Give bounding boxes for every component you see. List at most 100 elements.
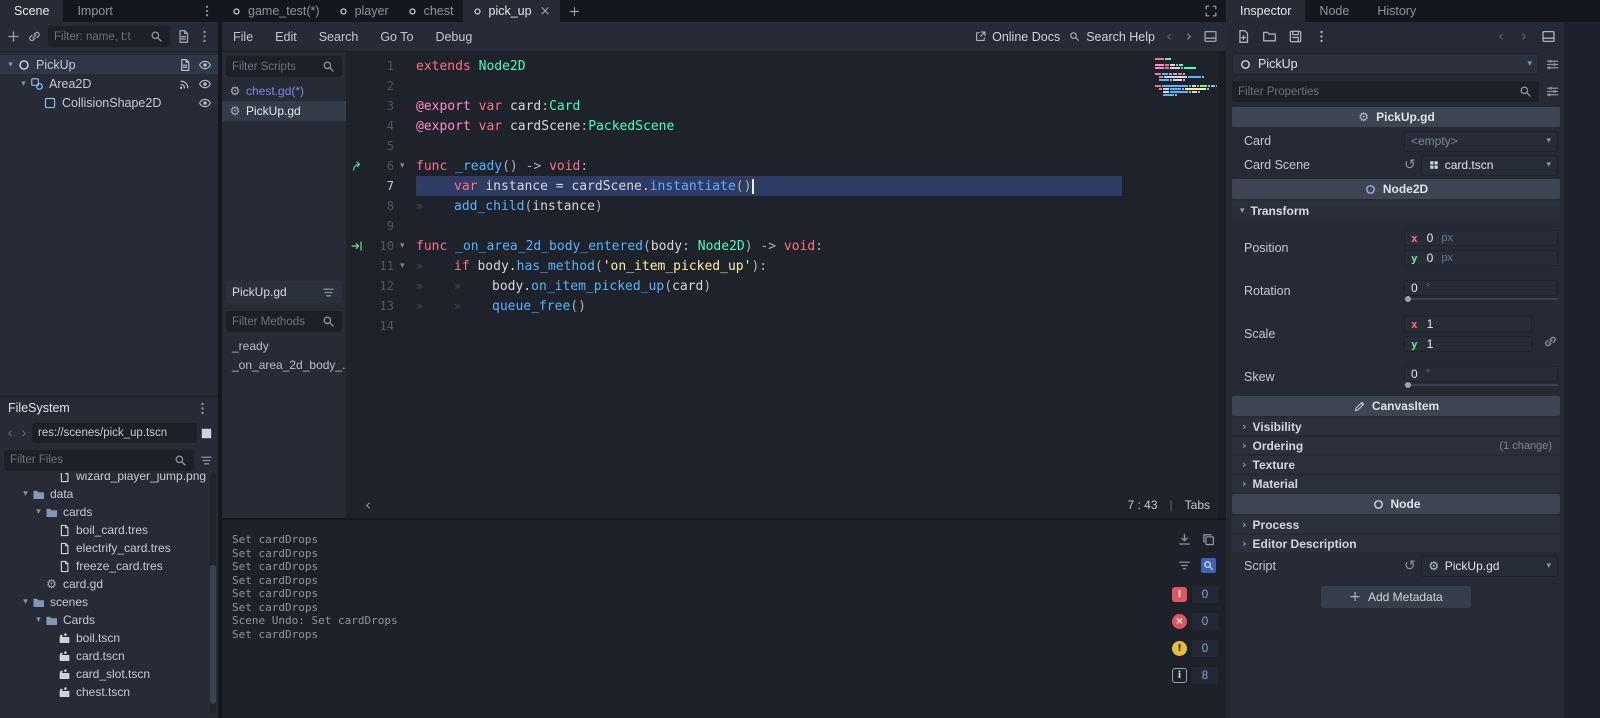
line-number[interactable]: 3 [368,99,400,113]
scene-node-collisionshape2d[interactable]: CollisionShape2D [0,93,218,112]
line-number[interactable]: 14 [368,319,400,333]
code-editor[interactable]: 1 extends Node2D 2 3 @export var card: Card 4 @… [346,52,1226,518]
scene-node-pickup[interactable]: ▾ PickUp [0,55,218,74]
instance-scene-icon[interactable] [27,29,42,44]
filter-methods-input[interactable]: Filter Methods [226,311,342,332]
online-docs-button[interactable]: Online Docs [974,30,1060,44]
slider-knob[interactable] [1405,381,1411,388]
revert-icon[interactable]: ↺ [1404,559,1416,573]
attach-script-icon[interactable] [176,29,191,44]
method-sort-icon[interactable] [321,285,336,300]
script-item-chest-gd[interactable]: ⚙ chest.gd(*) [222,81,346,101]
rotation-slider[interactable] [1404,295,1558,303]
fs-item-cards[interactable]: ▾ cards [0,503,208,521]
search-log-icon[interactable] [1201,558,1216,573]
position-x-spinbox[interactable]: x 0 px [1404,230,1558,246]
current-script-dropdown[interactable]: PickUp.gd [226,281,342,303]
scene-node-area2d[interactable]: ▾ Area2D [0,74,218,93]
revert-icon[interactable]: ↺ [1404,158,1416,172]
property-tools-icon[interactable] [1545,84,1560,99]
line-number[interactable]: 1 [368,59,400,73]
fs-scrollbar-thumb[interactable] [210,564,216,705]
line-number[interactable]: 13 [368,299,400,313]
fs-item-cards[interactable]: ▾ Cards [0,611,208,629]
slider-knob[interactable] [1405,295,1411,302]
fold-icon[interactable]: ▾ [400,241,416,251]
scale-y-spinbox[interactable]: y 1 [1404,336,1532,352]
line-number[interactable]: 11 [368,259,400,273]
menu-edit[interactable]: Edit [264,30,308,44]
fold-icon[interactable]: ▾ [400,261,416,271]
code-line-9[interactable]: 9 [346,216,1226,236]
distraction-free-icon[interactable] [1204,4,1218,18]
fs-filter-input[interactable]: Filter Files [4,449,194,471]
code-line-13[interactable]: 13»» queue_free() [346,296,1226,316]
filter-scripts-input[interactable]: Filter Scripts [226,56,342,77]
menu-file[interactable]: File [222,30,264,44]
scene-dock-menu-icon[interactable] [200,4,214,18]
section-editor-description[interactable]: › Editor Description [1232,535,1560,552]
code-line-12[interactable]: 12»» body. on_item_picked_up(card) [346,276,1226,296]
indent-mode-button[interactable]: Tabs [1185,498,1210,512]
new-resource-icon[interactable] [1236,29,1251,44]
resource-menu-icon[interactable] [1314,29,1329,44]
code-line-4[interactable]: 4 @export var cardScene: PackedScene [346,116,1226,136]
object-menu-icon[interactable] [1541,29,1556,44]
code-line-6[interactable]: 6 ▾ func _ready() -> void: [346,156,1226,176]
add-metadata-button[interactable]: + Add Metadata [1321,586,1471,608]
inspector-scroll-area[interactable] [1564,22,1600,718]
copy-log-icon[interactable] [1201,532,1216,547]
line-number[interactable]: 8 [368,199,400,213]
code-line-3[interactable]: 3 @export var card: Card [346,96,1226,116]
dock-tab-history[interactable]: History [1363,0,1430,22]
scene-filter-input[interactable]: Filter: name, t:t [48,26,170,47]
skew-spinbox[interactable]: 0 ° [1404,365,1558,382]
code-minimap[interactable] [1155,58,1223,100]
code-line-14[interactable]: 14 [346,316,1226,336]
fs-item-boil-card-tres[interactable]: boil_card.tres [0,521,208,539]
card-scene-value-dropdown[interactable]: card.tscn ▾ [1420,154,1558,176]
dock-tab-node[interactable]: Node [1305,0,1363,22]
code-line-11[interactable]: 11 ▾» if body. has_method('on_item_picked_u… [346,256,1226,276]
scene-tab-player[interactable]: player [329,0,398,22]
code-line-10[interactable]: 10 ▾ func _on_area_2d_body_entered(body: N… [346,236,1226,256]
filter-properties-input[interactable]: Filter Properties [1232,81,1539,102]
inspector-extras-icon[interactable] [1545,57,1560,72]
fs-item-chest-tscn[interactable]: chest.tscn [0,683,208,701]
history-forward-icon[interactable]: › [1518,28,1530,44]
fs-item-freeze-card-tres[interactable]: freeze_card.tres [0,557,208,575]
line-number[interactable]: 10 [368,239,400,253]
code-line-7[interactable]: 7» var instance = cardScene. instantiate() [346,176,1226,196]
code-line-2[interactable]: 2 [346,76,1226,96]
fs-item-wizard-player-jump-png[interactable]: wizard_player_jump.png [0,473,208,485]
history-back-icon[interactable]: ‹ [1495,28,1507,44]
scene-tab-chest[interactable]: chest [398,0,463,22]
monitors-badge[interactable]: i8 [1172,667,1218,684]
fold-icon[interactable]: ▾ [400,161,416,171]
fs-item-card-slot-tscn[interactable]: card_slot.tscn [0,665,208,683]
line-number[interactable]: 12 [368,279,400,293]
script-history-forward-icon[interactable]: › [1183,29,1195,44]
script-value-dropdown[interactable]: ⚙ PickUp.gd ▾ [1420,555,1558,577]
section-process[interactable]: › Process [1232,516,1560,533]
fs-item-card-gd[interactable]: ⚙ card.gd [0,575,208,593]
eye-icon[interactable] [198,58,212,72]
line-number[interactable]: 5 [368,139,400,153]
scale-link-icon[interactable] [1543,334,1558,349]
dock-tab-import[interactable]: Import [63,0,126,22]
method-on-area-2d-body[interactable]: _on_area_2d_body_... [222,355,346,374]
save-log-icon[interactable] [1177,532,1192,547]
scene-tab-pick-up[interactable]: pick_up × [462,0,560,22]
errors-x-badge[interactable]: × 0 [1172,613,1218,630]
category-script-pickup[interactable]: ⚙ PickUp.gd [1232,107,1560,127]
position-y-spinbox[interactable]: y 0 px [1404,250,1558,266]
line-number[interactable]: 7 [368,179,400,193]
scene-menu-icon[interactable] [197,29,212,44]
line-number[interactable]: 2 [368,79,400,93]
section-texture[interactable]: › Texture [1232,456,1560,473]
search-help-button[interactable]: Search Help [1068,30,1155,44]
warnings-badge[interactable]: ! 0 [1172,640,1218,657]
category-node[interactable]: Node [1232,494,1560,514]
section-material[interactable]: › Material [1232,475,1560,492]
fs-item-card-tscn[interactable]: card.tscn [0,647,208,665]
